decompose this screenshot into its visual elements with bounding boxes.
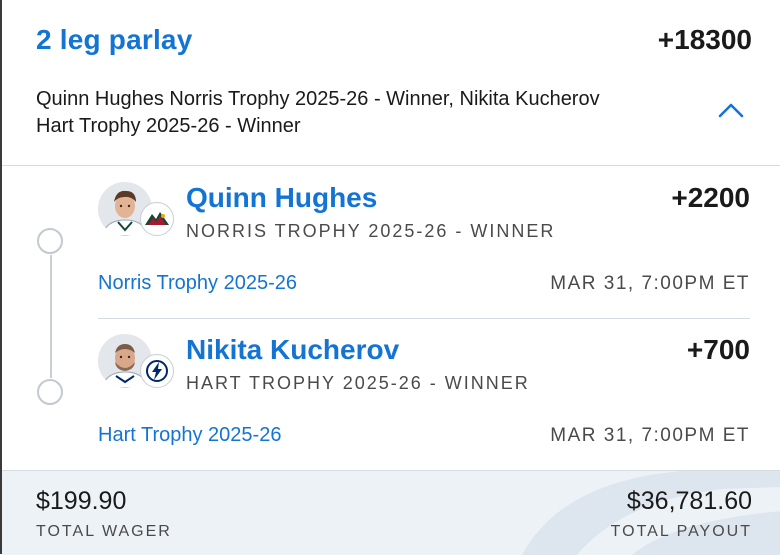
total-payout-amount: $36,781.60 [626,487,752,515]
leg-2-market: HART TROPHY 2025-26 - WINNER [186,373,530,393]
wager-footer: $199.90 TOTAL WAGER $36,781.60 TOTAL PAY… [2,470,780,555]
leg-2-player-name[interactable]: Nikita Kucherov [186,334,399,366]
chevron-up-icon[interactable] [716,100,746,120]
leg-2-event-link[interactable]: Hart Trophy 2025-26 [98,424,281,447]
leg-2-event-time: MAR 31, 7:00PM ET [550,425,750,446]
total-payout-label: TOTAL PAYOUT [610,523,752,540]
leg-2-odds: +700 [686,334,750,365]
tampa-bay-lightning-logo-icon [140,354,174,388]
leg-1-player-name[interactable]: Quinn Hughes [186,182,377,214]
parlay-header[interactable]: 2 leg parlay +18300 Quinn Hughes Norris … [2,0,780,166]
total-wager-amount: $199.90 [36,487,127,515]
timeline-dot-leg-2 [37,379,63,405]
timeline-dot-leg-1 [37,228,63,254]
minnesota-wild-logo-icon [140,202,174,236]
parlay-card: 2 leg parlay +18300 Quinn Hughes Norris … [0,0,780,555]
leg-1-market: NORRIS TROPHY 2025-26 - WINNER [186,221,556,241]
leg-1-odds: +2200 [671,182,750,213]
parlay-title: 2 leg parlay [36,24,193,55]
total-wager-label: TOTAL WAGER [36,523,172,540]
parlay-total-odds: +18300 [657,24,752,55]
leg-divider [98,318,750,319]
leg-1-event-link[interactable]: Norris Trophy 2025-26 [98,272,297,295]
leg-1-event-time: MAR 31, 7:00PM ET [550,273,750,294]
timeline-connector [50,255,52,378]
parlay-summary: Quinn Hughes Norris Trophy 2025-26 - Win… [36,88,600,137]
